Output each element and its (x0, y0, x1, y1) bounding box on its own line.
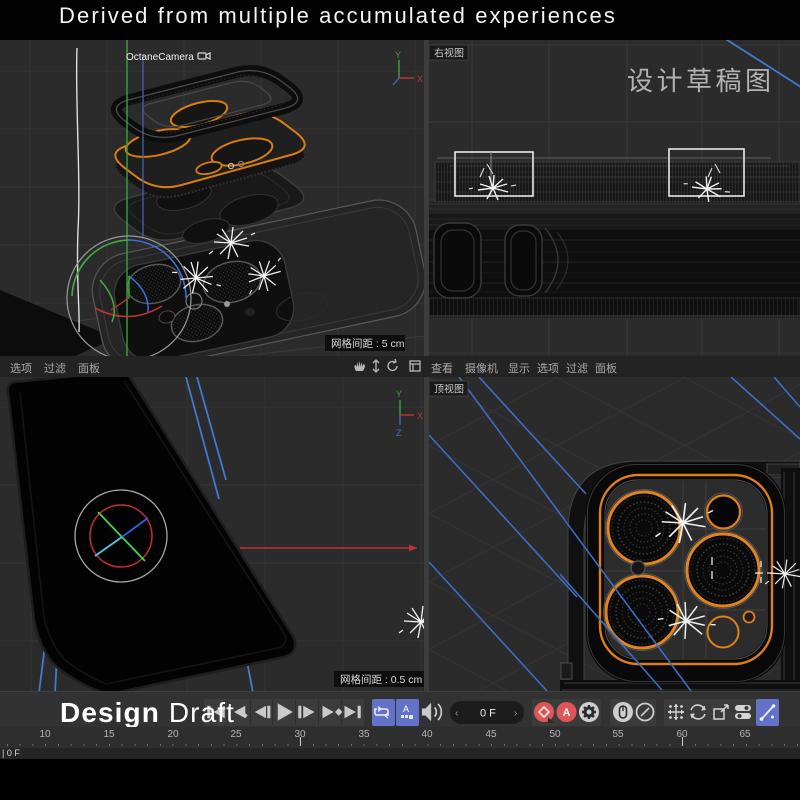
svg-text:Y: Y (395, 50, 401, 60)
svg-text:Y: Y (396, 389, 402, 399)
svg-text:设计草稿图: 设计草稿图 (627, 66, 775, 96)
svg-text:›: › (514, 708, 517, 719)
svg-text:A: A (403, 704, 409, 714)
svg-text:0 F: 0 F (480, 708, 496, 720)
svg-text:‹: ‹ (455, 708, 458, 719)
svg-text:网格间距 : 5 cm: 网格间距 : 5 cm (331, 337, 405, 350)
svg-text:右视图: 右视图 (434, 47, 464, 60)
svg-text:X: X (417, 411, 423, 421)
svg-text:顶视图: 顶视图 (434, 383, 464, 396)
svg-text:网格间距 : 0.5 cm: 网格间距 : 0.5 cm (340, 673, 423, 686)
svg-text:X: X (417, 74, 423, 84)
svg-text:OctaneCamera: OctaneCamera (126, 52, 194, 63)
svg-text:Z: Z (396, 428, 402, 438)
svg-text:A: A (563, 707, 571, 719)
